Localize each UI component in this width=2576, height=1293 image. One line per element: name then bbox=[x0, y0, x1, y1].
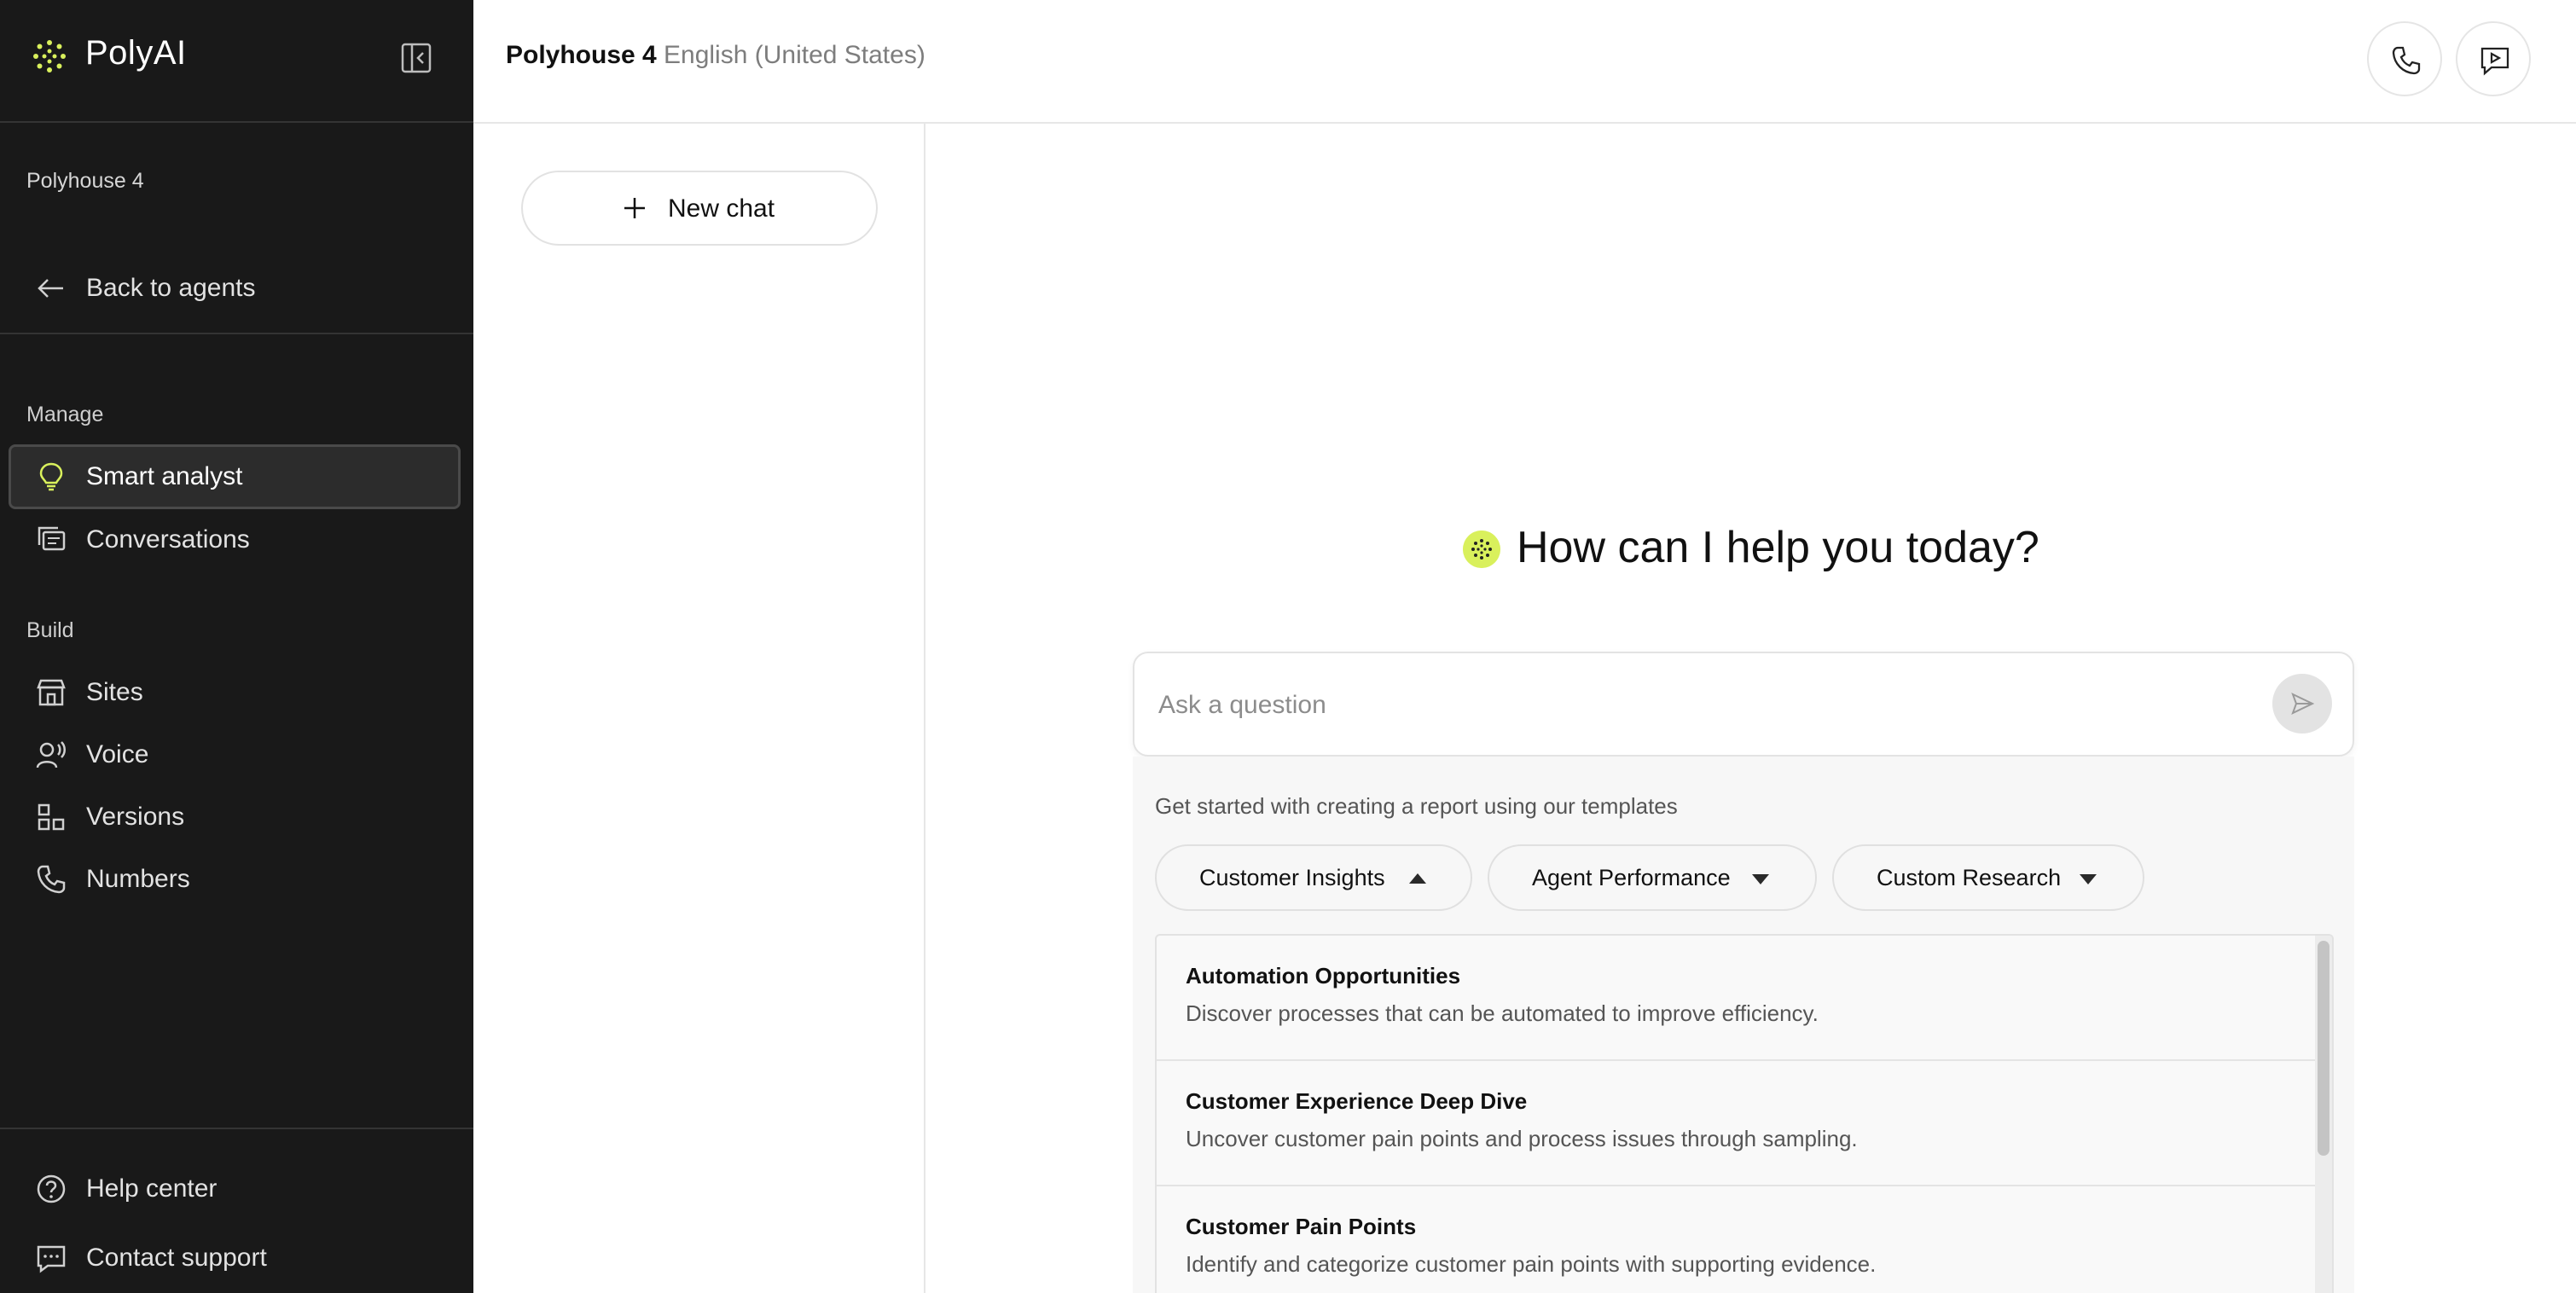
caret-up-icon bbox=[1409, 873, 1426, 884]
template-title: Customer Experience Deep Dive bbox=[1186, 1088, 1528, 1114]
sidebar-item-label: Help center bbox=[86, 1174, 218, 1203]
sidebar-item-versions[interactable]: Versions bbox=[9, 785, 461, 849]
dropdown-label: Custom Research bbox=[1877, 865, 2062, 890]
lightbulb-icon bbox=[39, 462, 63, 491]
question-input[interactable] bbox=[1157, 681, 2226, 730]
template-description: Discover processes that can be automated… bbox=[1186, 1000, 1819, 1026]
sidebar-item-label: Voice bbox=[86, 740, 149, 768]
template-list-scrollbar[interactable] bbox=[2315, 936, 2332, 1293]
new-chat-button[interactable]: New chat bbox=[521, 171, 878, 246]
sidebar-item-label: Numbers bbox=[86, 865, 190, 893]
voice-icon bbox=[36, 741, 66, 768]
sidebar-item-sites[interactable]: Sites bbox=[9, 660, 461, 725]
chat-support-icon bbox=[37, 1245, 66, 1273]
template-title: Customer Pain Points bbox=[1186, 1214, 1417, 1239]
template-description: Uncover customer pain points and process… bbox=[1186, 1126, 1858, 1151]
sidebar-item-contact-support[interactable]: Contact support bbox=[9, 1226, 461, 1290]
polyai-logo-icon bbox=[33, 40, 66, 72]
back-to-agents-link[interactable]: Back to agents bbox=[9, 256, 461, 321]
chat-history-panel: New chat bbox=[473, 124, 925, 1293]
customer-insights-dropdown[interactable]: Customer Insights bbox=[1155, 844, 1472, 911]
build-section-label: Build bbox=[26, 618, 74, 642]
template-title: Automation Opportunities bbox=[1186, 963, 1461, 989]
versions-icon bbox=[38, 803, 65, 831]
sidebar-item-label: Smart analyst bbox=[86, 462, 243, 490]
chat-play-icon bbox=[2480, 47, 2509, 76]
collapse-sidebar-icon[interactable] bbox=[399, 41, 433, 75]
template-item-customer-experience-deep-dive[interactable]: Customer Experience Deep Dive Uncover cu… bbox=[1157, 1061, 2317, 1186]
sidebar-divider bbox=[0, 333, 473, 334]
send-icon bbox=[2291, 693, 2315, 715]
scrollbar-thumb[interactable] bbox=[2318, 941, 2329, 1156]
brand-name: PolyAI bbox=[85, 34, 187, 72]
brand-bar: PolyAI bbox=[0, 0, 473, 123]
templates-panel: Get started with creating a report using… bbox=[1133, 757, 2354, 1293]
template-list: Automation Opportunities Discover proces… bbox=[1155, 934, 2334, 1293]
phone-icon bbox=[37, 865, 66, 894]
sidebar: PolyAI Polyhouse 4 Back to agents Manage… bbox=[0, 0, 473, 1293]
manage-section-label: Manage bbox=[26, 403, 104, 426]
sidebar-item-label: Conversations bbox=[86, 525, 250, 554]
phone-icon bbox=[2392, 46, 2421, 75]
question-composer bbox=[1133, 652, 2354, 757]
caret-down-icon bbox=[1752, 874, 1769, 884]
template-item-automation-opportunities[interactable]: Automation Opportunities Discover proces… bbox=[1157, 936, 2317, 1061]
new-chat-label: New chat bbox=[668, 194, 775, 223]
template-description: Identify and categorize customer pain po… bbox=[1186, 1251, 1877, 1277]
sidebar-item-conversations[interactable]: Conversations bbox=[9, 507, 461, 572]
template-item-customer-pain-points[interactable]: Customer Pain Points Identify and catego… bbox=[1157, 1186, 2317, 1293]
sidebar-footer-divider bbox=[0, 1128, 473, 1129]
store-icon bbox=[37, 679, 66, 706]
call-button[interactable] bbox=[2367, 21, 2442, 96]
header-agent-name: Polyhouse 4 bbox=[506, 41, 657, 69]
dropdown-label: Agent Performance bbox=[1532, 865, 1731, 890]
sidebar-item-numbers[interactable]: Numbers bbox=[9, 847, 461, 912]
current-agent-name: Polyhouse 4 bbox=[26, 169, 144, 193]
sidebar-item-label: Versions bbox=[86, 803, 185, 831]
sidebar-item-voice[interactable]: Voice bbox=[9, 722, 461, 787]
arrow-left-icon bbox=[38, 279, 63, 298]
back-to-agents-label: Back to agents bbox=[86, 274, 256, 302]
conversations-icon bbox=[38, 526, 66, 551]
polyai-logo-icon bbox=[1463, 531, 1500, 568]
chat-preview-button[interactable] bbox=[2456, 21, 2531, 96]
sidebar-item-smart-analyst[interactable]: Smart analyst bbox=[9, 444, 461, 509]
header-language: English (United States) bbox=[664, 41, 925, 69]
caret-down-icon bbox=[2080, 874, 2097, 884]
top-header: Polyhouse 4 English (United States) bbox=[473, 0, 2576, 124]
sidebar-item-label: Contact support bbox=[86, 1244, 267, 1272]
templates-hint: Get started with creating a report using… bbox=[1155, 793, 1678, 819]
custom-research-dropdown[interactable]: Custom Research bbox=[1832, 844, 2144, 911]
agent-performance-dropdown[interactable]: Agent Performance bbox=[1488, 844, 1817, 911]
greeting-title: How can I help you today? bbox=[1517, 523, 2039, 572]
sidebar-item-label: Sites bbox=[86, 678, 143, 706]
send-button[interactable] bbox=[2272, 674, 2332, 733]
help-icon bbox=[37, 1174, 66, 1203]
dropdown-label: Customer Insights bbox=[1199, 865, 1385, 890]
plus-icon bbox=[624, 198, 645, 218]
sidebar-item-help-center[interactable]: Help center bbox=[9, 1157, 461, 1221]
